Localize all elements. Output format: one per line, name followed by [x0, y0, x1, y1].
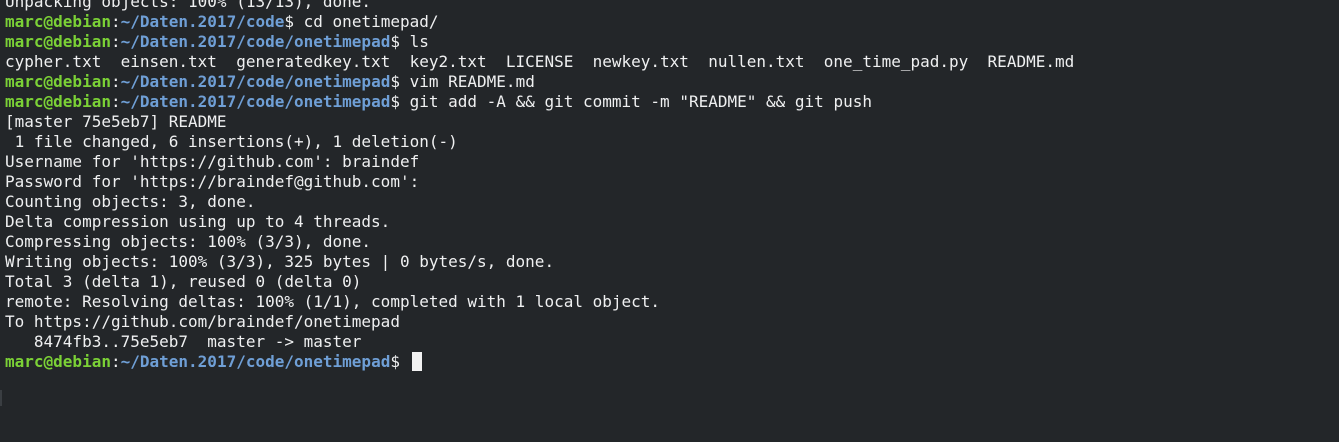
prompt-user: marc@debian: [5, 32, 111, 51]
command-text: ls: [399, 32, 429, 51]
prompt-line: marc@debian:~/Daten.2017/code/onetimepad…: [5, 92, 1339, 112]
output-line: Password for 'https://braindef@github.co…: [5, 172, 420, 191]
prompt-user: marc@debian: [5, 92, 111, 111]
prompt-line: marc@debian:~/Daten.2017/code/onetimepad…: [5, 352, 1339, 372]
prompt-colon: :: [110, 92, 121, 111]
prompt-user: marc@debian: [5, 72, 111, 91]
output-line: Username for 'https://github.com': brain…: [5, 152, 420, 171]
prompt-path: ~/Daten.2017/code/onetimepad: [120, 352, 391, 371]
prompt-path: ~/Daten.2017/code: [120, 12, 285, 31]
output-line: cypher.txt einsen.txt generatedkey.txt k…: [5, 52, 1075, 71]
prompt-line: marc@debian:~/Daten.2017/code/onetimepad…: [5, 32, 1339, 52]
prompt-symbol: $: [284, 12, 295, 31]
output-line: Delta compression using up to 4 threads.: [5, 212, 391, 231]
output-line: Writing objects: 100% (3/3), 325 bytes |…: [5, 252, 555, 271]
prompt-user: marc@debian: [5, 352, 111, 371]
prompt-colon: :: [110, 72, 121, 91]
output-line: 8474fb3..75e5eb7 master -> master: [5, 332, 362, 351]
prompt-path: ~/Daten.2017/code/onetimepad: [120, 72, 391, 91]
prompt-colon: :: [110, 32, 121, 51]
prompt-path: ~/Daten.2017/code/onetimepad: [120, 92, 391, 111]
output-line: remote: Resolving deltas: 100% (1/1), co…: [5, 292, 661, 311]
terminal-output[interactable]: Unpacking objects: 100% (13/13), done. ma…: [5, 0, 1339, 442]
command-text: git add -A && git commit -m "README" && …: [399, 92, 872, 111]
text-cursor[interactable]: [411, 352, 422, 371]
command-text: vim README.md: [399, 72, 535, 91]
output-line: [master 75e5eb7] README: [5, 112, 227, 131]
prompt-line: marc@debian:~/Daten.2017/code/onetimepad…: [5, 72, 1339, 92]
prompt-symbol: $: [390, 352, 400, 371]
prompt-path: ~/Daten.2017/code/onetimepad: [120, 32, 391, 51]
output-line: To https://github.com/braindef/onetimepa…: [5, 312, 400, 331]
prompt-line: marc@debian:~/Daten.2017/code$ cd onetim…: [5, 12, 1339, 32]
output-line: Counting objects: 3, done.: [5, 192, 256, 211]
prompt-symbol: $: [390, 92, 400, 111]
command-text: cd onetimepad/: [294, 12, 439, 31]
prompt-symbol: $: [390, 72, 400, 91]
command-text: [400, 352, 410, 371]
output-line: 1 file changed, 6 insertions(+), 1 delet…: [5, 132, 458, 151]
scrollbar-edge: [0, 390, 2, 406]
output-line: Compressing objects: 100% (3/3), done.: [5, 232, 372, 251]
prompt-symbol: $: [390, 32, 400, 51]
prompt-colon: :: [110, 352, 121, 371]
prompt-colon: :: [110, 12, 121, 31]
output-line: Total 3 (delta 1), reused 0 (delta 0): [5, 272, 362, 291]
output-line: Unpacking objects: 100% (13/13), done.: [5, 0, 372, 11]
prompt-user: marc@debian: [5, 12, 111, 31]
